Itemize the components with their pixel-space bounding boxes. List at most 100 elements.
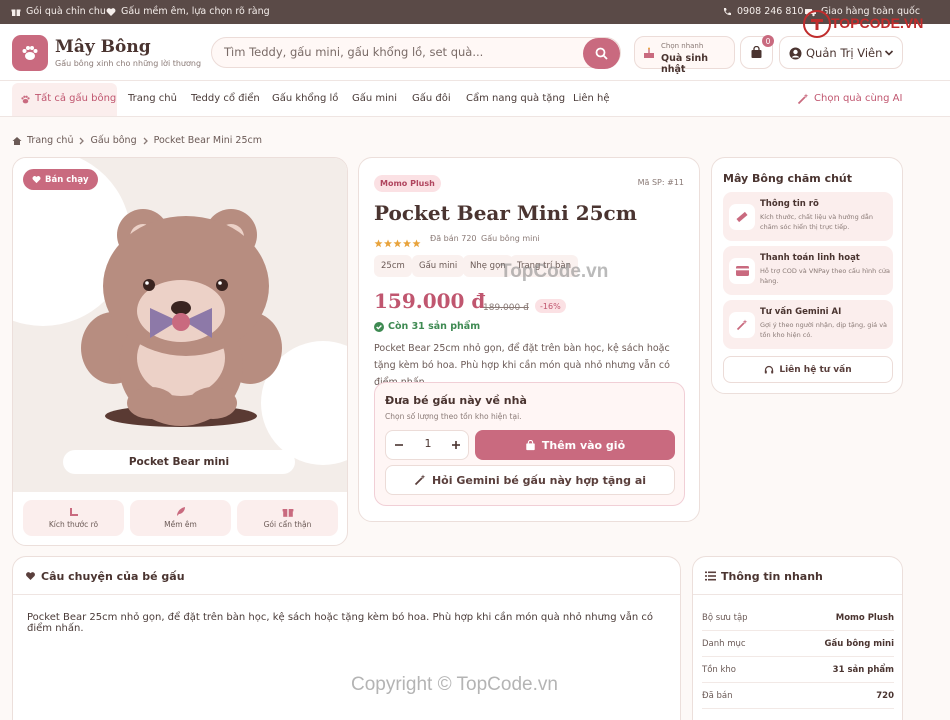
- feature-size: Kích thước rõ: [23, 500, 124, 536]
- feature-soft: Mềm êm: [130, 500, 231, 536]
- add-to-cart-label: Thêm vào giỏ: [541, 438, 626, 452]
- quantity-input[interactable]: [412, 437, 444, 450]
- bestseller-badge: Bán chạy: [23, 169, 98, 190]
- quick-info-value: 720: [876, 691, 894, 701]
- quick-info-value: Gấu bông mini: [824, 639, 894, 649]
- chevron-down-icon: [884, 48, 894, 58]
- sold-count: Đã bán 720: [430, 234, 477, 243]
- product-info-card: Momo Plush Mã SP: #11 Pocket Bear Mini 2…: [358, 157, 700, 522]
- tag-mini[interactable]: Gấu mini: [412, 255, 465, 277]
- search-button[interactable]: [583, 38, 620, 69]
- quick-info-row: Danh mục Gấu bông mini: [702, 631, 894, 657]
- care-item-payment: Thanh toán linh hoạt Hỗ trợ COD và VNPay…: [723, 246, 893, 295]
- breadcrumb-current: Pocket Bear Mini 25cm: [153, 135, 262, 146]
- ask-gemini-label: Hỏi Gemini bé gấu này hợp tặng ai: [431, 473, 647, 487]
- contact-consult-button[interactable]: Liên hệ tư vấn: [723, 356, 893, 383]
- topbar-phone[interactable]: 0908 246 810: [722, 6, 803, 17]
- chevron-right-icon: [78, 137, 85, 145]
- product-category[interactable]: Gấu bông mini: [481, 234, 540, 243]
- credit-card-icon: [729, 258, 755, 284]
- main-nav: Tất cả gấu bông Trang chủ Teddy cổ điển …: [0, 81, 950, 117]
- logo-mark[interactable]: [12, 35, 48, 71]
- minus-icon: [394, 440, 404, 450]
- home-icon: [12, 136, 22, 146]
- nav-ai-pick[interactable]: Chọn quà cùng AI: [814, 93, 902, 104]
- tag-light[interactable]: Nhẹ gọn: [463, 255, 513, 277]
- care-item-ai-desc: Gợi ý theo người nhận, dịp tặng, giá và …: [760, 321, 888, 339]
- topbar-phone-number: 0908 246 810: [737, 6, 804, 17]
- feature-soft-label: Mềm êm: [164, 520, 197, 529]
- magic-wand-icon: [729, 312, 755, 338]
- gift-icon: [282, 506, 294, 518]
- phone-icon: [722, 7, 732, 17]
- gift-icon: [11, 7, 21, 17]
- nav-home[interactable]: Trang chủ: [128, 93, 177, 104]
- search-bar: [211, 37, 621, 69]
- quick-info-value: Momo Plush: [835, 613, 894, 623]
- purchase-box-subtitle: Chọn số lượng theo tồn kho hiện tại.: [385, 412, 522, 421]
- nav-gift-guide[interactable]: Cẩm nang quà tặng: [466, 93, 565, 104]
- old-price: 189.000 đ: [483, 303, 529, 313]
- nav-giant-bears[interactable]: Gấu khổng lồ: [272, 93, 338, 104]
- topbar-text-soft: Gấu mềm êm, lựa chọn rõ ràng: [121, 6, 270, 17]
- search-icon: [595, 47, 608, 60]
- care-item-payment-desc: Hỗ trợ COD và VNPay theo cấu hình cửa hà…: [760, 267, 891, 285]
- story-card-header: Câu chuyện của bé gấu: [13, 557, 680, 595]
- care-card: Mây Bông chăm chút Thông tin rõ Kích thư…: [711, 157, 903, 394]
- topbar-soft: Gấu mềm êm, lựa chọn rõ ràng: [106, 6, 270, 17]
- stock-text: Còn 31 sản phẩm: [388, 321, 481, 332]
- magic-wand-icon: [414, 474, 426, 486]
- search-input[interactable]: [224, 45, 574, 59]
- check-circle-icon: [374, 321, 384, 332]
- topbar-shipping-text: Giao hàng toàn quốc: [821, 6, 921, 17]
- list-icon: [705, 571, 716, 581]
- quick-pick-button[interactable]: Chọn nhanh Quà sinh nhật: [634, 36, 735, 75]
- image-caption: Pocket Bear mini: [63, 450, 295, 474]
- product-gallery: Bán chạy Pocket Bear mini Kích thước rõ …: [12, 157, 348, 546]
- stock-status: Còn 31 sản phẩm: [374, 321, 480, 332]
- brand-name[interactable]: Mây Bông: [55, 37, 151, 57]
- product-image[interactable]: Bán chạy Pocket Bear mini: [13, 158, 347, 492]
- cake-icon: [643, 47, 655, 59]
- quick-pick-label: Chọn nhanh: [661, 42, 704, 50]
- brand-tagline: Gấu bông xinh cho những lời thương: [55, 59, 202, 68]
- nav-all-bears[interactable]: Tất cả gấu bông: [35, 93, 116, 104]
- quick-pick-value: Quà sinh nhật: [661, 53, 708, 75]
- breadcrumb-category[interactable]: Gấu bông: [90, 135, 136, 146]
- add-to-cart-button[interactable]: Thêm vào giỏ: [475, 430, 675, 460]
- quantity-decrease-button[interactable]: [386, 431, 412, 459]
- quick-info-title: Thông tin nhanh: [721, 570, 823, 583]
- tag-desk-decor[interactable]: Trang trí bàn: [510, 255, 579, 277]
- story-card-body: Pocket Bear 25cm nhỏ gọn, để đặt trên bà…: [27, 612, 653, 634]
- purchase-box: Đưa bé gấu này về nhà Chọn số lượng theo…: [374, 382, 685, 506]
- ask-gemini-button[interactable]: Hỏi Gemini bé gấu này hợp tặng ai: [385, 465, 675, 495]
- nav-contact[interactable]: Liên hệ: [573, 93, 610, 104]
- quick-info-key: Danh mục: [702, 639, 746, 649]
- quantity-increase-button[interactable]: [443, 431, 469, 459]
- cart-count-badge: 0: [762, 35, 774, 47]
- quick-info-header: Thông tin nhanh: [693, 557, 902, 595]
- product-sku: Mã SP: #11: [637, 178, 684, 187]
- nav-couple-bears[interactable]: Gấu đôi: [412, 93, 451, 104]
- nav-mini-bears[interactable]: Gấu mini: [352, 93, 397, 104]
- quick-info-row: Bộ sưu tập Momo Plush: [702, 605, 894, 631]
- feature-wrap-label: Gói cẩn thận: [263, 520, 312, 529]
- heart-icon: [25, 571, 36, 581]
- care-item-ai: Tư vấn Gemini AI Gợi ý theo người nhận, …: [723, 300, 893, 349]
- feather-icon: [175, 506, 187, 518]
- quick-info-key: Bộ sưu tập: [702, 613, 748, 623]
- user-menu[interactable]: Quản Trị Viên: [779, 36, 903, 69]
- rating-stars: [374, 233, 422, 252]
- topcode-logo-icon: [809, 16, 825, 32]
- magic-wand-icon: [797, 93, 809, 105]
- paw-icon: [20, 94, 31, 105]
- story-card-title: Câu chuyện của bé gấu: [41, 570, 185, 583]
- breadcrumb-home[interactable]: Trang chủ: [27, 135, 73, 146]
- tag-size[interactable]: 25cm: [374, 255, 412, 277]
- purchase-box-title: Đưa bé gấu này về nhà: [385, 394, 527, 407]
- nav-classic-teddy[interactable]: Teddy cổ điển: [191, 93, 260, 104]
- heart-icon: [32, 175, 41, 184]
- care-item-info-desc: Kích thước, chất liệu và hướng dẫn chăm …: [760, 213, 874, 231]
- collection-badge[interactable]: Momo Plush: [374, 175, 441, 192]
- care-item-ai-title: Tư vấn Gemini AI: [760, 307, 842, 317]
